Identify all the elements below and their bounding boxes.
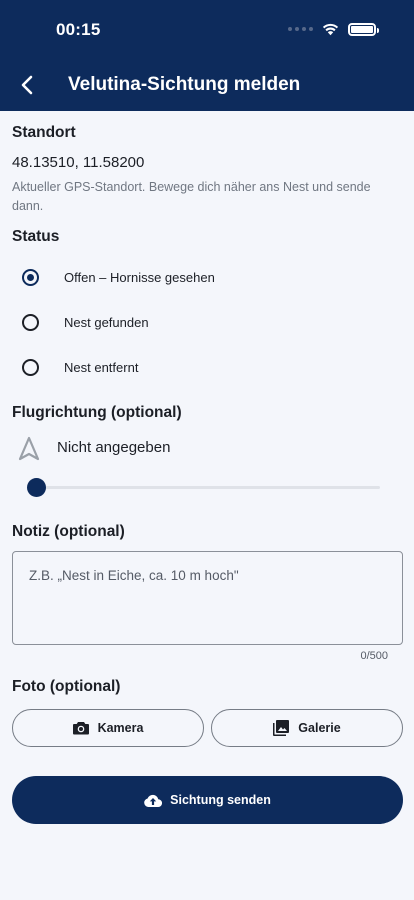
note-char-counter: 0/500 [360,650,388,662]
status-option-open[interactable]: Offen – Hornisse gesehen [0,255,414,299]
camera-button[interactable]: Kamera [12,709,204,747]
back-button[interactable] [12,70,42,100]
radio-button[interactable] [22,358,39,376]
direction-slider-thumb[interactable] [26,478,46,497]
camera-icon [72,722,89,735]
status-option-nest-removed[interactable]: Nest entfernt [0,345,414,389]
signal-icon [288,27,313,31]
status-heading: Status [12,228,60,245]
location-hint: Aktueller GPS-Standort. Bewege dich nähe… [12,180,371,213]
gallery-button-label: Galerie [298,721,341,735]
status-icons [288,22,379,36]
status-option-label: Nest gefunden [64,314,149,330]
gallery-button[interactable]: Galerie [211,709,403,747]
note-heading: Notiz (optional) [12,523,125,540]
page-title: Velutina-Sichtung melden [68,74,301,95]
status-option-label: Offen – Hornisse gesehen [64,269,215,285]
direction-heading: Flugrichtung (optional) [12,404,182,421]
radio-button[interactable] [22,268,39,286]
cloud-upload-icon [144,794,163,807]
app-bar: 00:15 Velutina-Sichtung melden [0,0,414,111]
direction-slider-track[interactable] [36,486,380,489]
location-coordinates: 48.13510, 11.58200 [12,154,145,171]
direction-value: Nicht angegeben [57,439,171,456]
status-time: 00:15 [56,20,101,39]
navigation-arrow-icon [18,436,40,461]
wifi-icon [322,23,339,36]
location-heading: Standort [12,124,76,141]
status-option-label: Nest entfernt [64,359,139,375]
radio-button[interactable] [22,313,39,331]
submit-label: Sichtung senden [170,793,271,807]
note-input[interactable] [12,551,403,645]
camera-button-label: Kamera [97,721,144,735]
gallery-icon [273,720,290,736]
battery-icon [348,22,379,36]
submit-sighting-button[interactable]: Sichtung senden [12,776,403,824]
photo-heading: Foto (optional) [12,678,121,695]
status-option-nest-found[interactable]: Nest gefunden [0,300,414,344]
chevron-left-icon [21,75,33,95]
